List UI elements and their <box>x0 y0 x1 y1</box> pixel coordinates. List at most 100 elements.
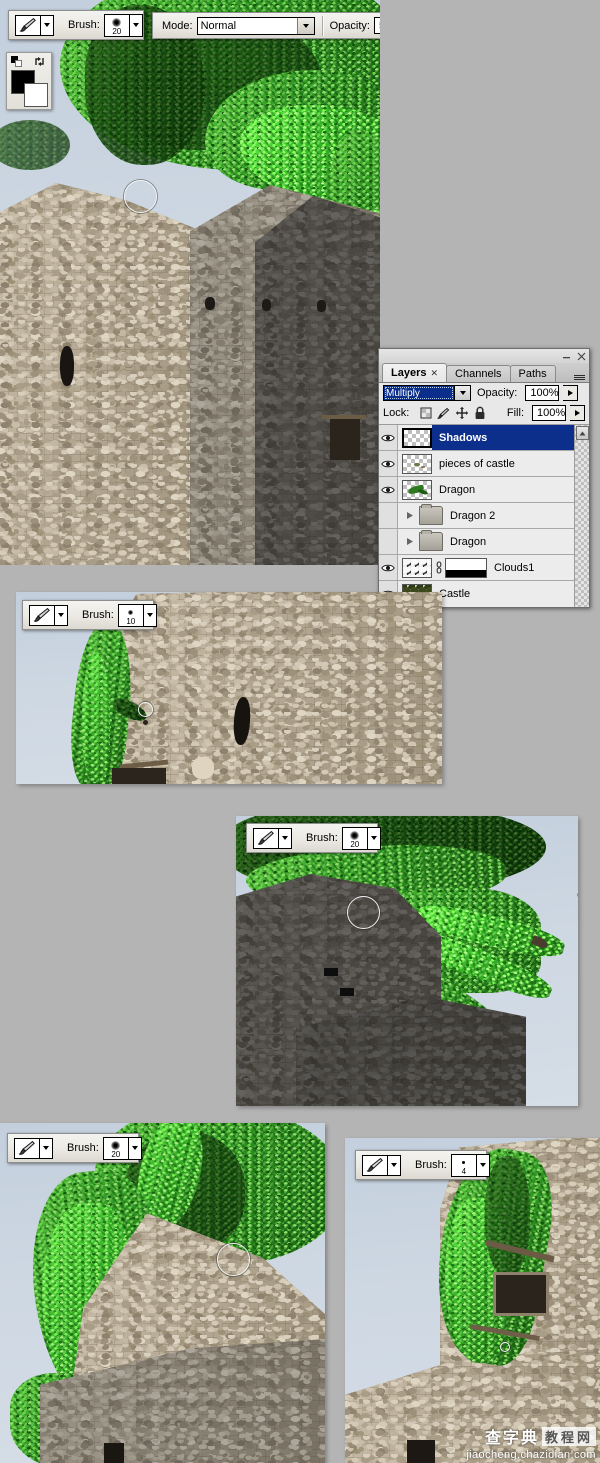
brush-preview-5[interactable]: 4 <box>450 1153 477 1177</box>
paintbrush-tool-button-5[interactable] <box>362 1154 388 1176</box>
lock-transparent-pixels-icon[interactable] <box>420 407 432 419</box>
panel-tabs[interactable]: Layers ✕ Channels Paths <box>379 363 589 383</box>
layers-list[interactable]: Shadows pieces of castle Dragon Dragon 2… <box>379 424 589 607</box>
brush-dropdown[interactable] <box>129 13 143 37</box>
tool-preset-group-2[interactable] <box>27 601 73 629</box>
brush-dropdown-5[interactable] <box>476 1153 490 1177</box>
blend-mode-select[interactable]: Normal <box>196 16 315 35</box>
layer-thumbnail-dragon[interactable] <box>402 479 432 500</box>
brush-group-2[interactable]: Brush: 10 <box>77 601 162 629</box>
brush-dropdown-2[interactable] <box>143 603 157 627</box>
layer-row-pieces-of-castle[interactable]: pieces of castle <box>379 451 589 477</box>
layer-name-dragon[interactable]: Dragon <box>432 477 589 502</box>
tool-preset-group-5[interactable] <box>360 1151 406 1179</box>
brush-preview[interactable]: 20 <box>103 13 130 37</box>
group-expand-arrow-dragon-2[interactable] <box>403 511 417 520</box>
paintbrush-tool-button[interactable] <box>15 14 41 36</box>
lock-buttons[interactable] <box>420 406 486 420</box>
layers-scrollbar[interactable] <box>574 425 589 607</box>
layer-blend-mode-dropdown[interactable] <box>454 386 470 400</box>
layer-name-dragon-group[interactable]: Dragon <box>443 529 589 554</box>
brush-group-3[interactable]: Brush: 20 <box>301 824 386 852</box>
options-bar-step-2[interactable]: Brush: 10 <box>22 600 157 630</box>
lock-position-icon[interactable] <box>455 406 469 420</box>
minimize-icon[interactable] <box>562 352 571 361</box>
tool-preset-dropdown-4[interactable] <box>40 1137 53 1159</box>
options-bar-step-5[interactable]: Brush: 4 <box>355 1150 490 1180</box>
options-bar-step-3[interactable]: Brush: 20 <box>246 823 381 853</box>
mode-group[interactable]: Mode: Normal <box>157 13 320 38</box>
layers-panel[interactable]: Layers ✕ Channels Paths Multiply Opacity… <box>378 348 590 608</box>
tool-preset-group-3[interactable] <box>251 824 297 852</box>
lock-fill-row[interactable]: Lock: Fill: 100% <box>379 403 589 424</box>
panel-titlebar[interactable] <box>379 349 589 363</box>
color-swatch-panel[interactable] <box>6 52 52 110</box>
scrollbar-up-button[interactable] <box>575 426 589 440</box>
layer-row-dragon[interactable]: Dragon <box>379 477 589 503</box>
fill-input[interactable]: 100% <box>532 405 566 421</box>
brush-group[interactable]: Brush: 20 <box>63 11 148 39</box>
tool-preset-group-4[interactable] <box>12 1134 58 1162</box>
layer-opacity-slider-button[interactable] <box>563 385 579 401</box>
panel-menu-icon[interactable] <box>574 375 585 380</box>
layer-mask-thumbnail-clouds1[interactable] <box>445 557 487 578</box>
tab-paths[interactable]: Paths <box>509 365 556 382</box>
background-color-swatch[interactable] <box>24 83 48 107</box>
layer-name-pieces-of-castle[interactable]: pieces of castle <box>432 451 589 476</box>
layer-row-dragon-group[interactable]: Dragon <box>379 529 589 555</box>
tab-layers[interactable]: Layers ✕ <box>382 363 448 382</box>
options-bar[interactable]: Brush: 20 <box>8 10 144 40</box>
options-bar-step-4[interactable]: Brush: 20 <box>7 1133 142 1163</box>
brush-preview-2[interactable]: 10 <box>117 603 144 627</box>
layer-blend-mode-select[interactable]: Multiply <box>383 385 471 401</box>
group-expand-arrow-dragon[interactable] <box>403 537 417 546</box>
brush-group-4[interactable]: Brush: 20 <box>62 1134 147 1162</box>
opacity-input[interactable]: 50% <box>373 17 380 34</box>
layer-name-shadows[interactable]: Shadows <box>432 425 589 450</box>
brush-dropdown-3[interactable] <box>367 826 381 850</box>
fill-slider-button[interactable] <box>570 405 585 421</box>
layer-thumbnail-clouds1[interactable] <box>402 557 432 578</box>
layer-row-dragon-2-group[interactable]: Dragon 2 <box>379 503 589 529</box>
brush-preview-4[interactable]: 20 <box>102 1136 129 1160</box>
close-icon[interactable] <box>577 352 586 361</box>
options-bar-right[interactable]: Mode: Normal Opacity: 50% Flow: 50% <box>152 12 380 39</box>
paintbrush-tool-button-4[interactable] <box>14 1137 40 1159</box>
brush-dropdown-4[interactable] <box>128 1136 142 1160</box>
visibility-toggle-pieces-of-castle[interactable] <box>379 451 398 476</box>
layer-thumbnail-shadows[interactable] <box>402 427 432 448</box>
mask-link-icon[interactable] <box>434 561 443 574</box>
default-colors-icon[interactable] <box>11 56 22 67</box>
layer-opacity-input[interactable]: 100% <box>525 385 560 401</box>
layer-thumbnail-pieces-of-castle[interactable] <box>402 453 432 474</box>
window-buttons[interactable] <box>562 349 586 363</box>
layer-row-clouds1[interactable]: Clouds1 <box>379 555 589 581</box>
swap-colors-icon[interactable] <box>33 55 46 68</box>
tab-close-icon[interactable]: ✕ <box>430 368 438 379</box>
visibility-toggle-shadows[interactable] <box>379 425 398 450</box>
castle-window-frame-5 <box>493 1272 549 1316</box>
blend-mode-dropdown-button[interactable] <box>296 17 314 34</box>
visibility-toggle-dragon-2[interactable] <box>379 503 398 528</box>
opacity-group[interactable]: Opacity: 50% <box>325 13 380 38</box>
tool-preset-dropdown-5[interactable] <box>388 1154 401 1176</box>
paintbrush-tool-button-2[interactable] <box>29 604 55 626</box>
tool-preset-dropdown-2[interactable] <box>55 604 68 626</box>
layer-name-dragon-2[interactable]: Dragon 2 <box>443 503 589 528</box>
lock-all-icon[interactable] <box>474 406 486 420</box>
layer-row-shadows[interactable]: Shadows <box>379 425 589 451</box>
blend-opacity-row[interactable]: Multiply Opacity: 100% <box>379 383 589 403</box>
visibility-toggle-dragon-group[interactable] <box>379 529 398 554</box>
brush-group-5[interactable]: Brush: 4 <box>410 1151 495 1179</box>
lock-image-pixels-icon[interactable] <box>437 407 450 420</box>
visibility-toggle-clouds1[interactable] <box>379 555 398 580</box>
paintbrush-tool-button-3[interactable] <box>253 827 279 849</box>
visibility-toggle-dragon[interactable] <box>379 477 398 502</box>
tool-preset-dropdown[interactable] <box>41 14 54 36</box>
tool-preset-dropdown-3[interactable] <box>279 827 292 849</box>
brush-preview-3[interactable]: 20 <box>341 826 368 850</box>
paintbrush-icon <box>33 607 50 622</box>
tool-preset-group[interactable] <box>13 11 59 39</box>
tab-channels[interactable]: Channels <box>446 365 511 382</box>
layer-name-castle[interactable]: Castle <box>432 581 589 607</box>
